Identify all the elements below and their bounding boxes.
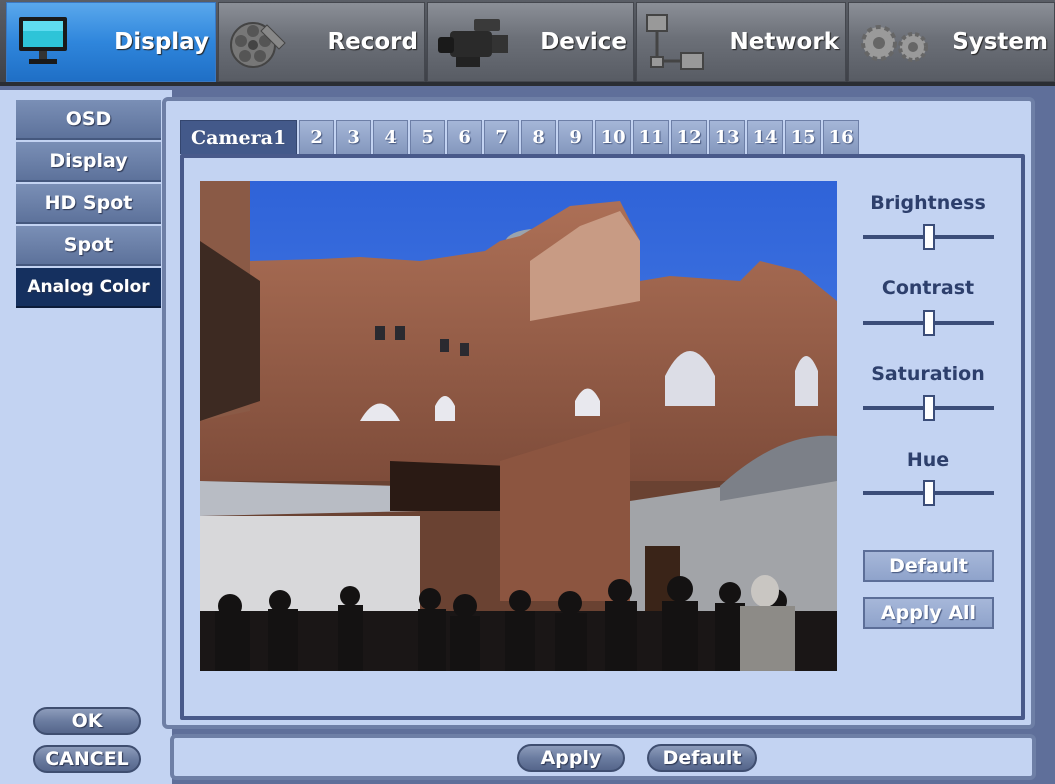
- nav-tab-device[interactable]: Device: [427, 2, 634, 82]
- tab-camera-4[interactable]: 4: [373, 120, 409, 154]
- tab-camera-11[interactable]: 11: [633, 120, 670, 154]
- tab-camera-3[interactable]: 3: [336, 120, 372, 154]
- tab-camera-2[interactable]: 2: [299, 120, 335, 154]
- ok-button[interactable]: OK: [33, 707, 141, 735]
- hue-label: Hue: [906, 449, 950, 471]
- nav-tab-label: Display: [114, 29, 209, 55]
- nav-tab-label: Device: [540, 29, 627, 55]
- gears-icon: [857, 13, 937, 77]
- apply-button-label: Apply: [540, 747, 602, 769]
- sidebar-item-spot[interactable]: Spot: [16, 226, 161, 266]
- tab-label: 8: [532, 127, 545, 148]
- sidebar-item-label: HD Spot: [44, 192, 133, 214]
- top-navigation: Display Record Device Network System: [0, 0, 1055, 86]
- contrast-slider[interactable]: [863, 310, 994, 336]
- hue-slider[interactable]: [863, 480, 994, 506]
- sidebar-item-label: Display: [49, 150, 128, 172]
- slider-thumb[interactable]: [923, 480, 935, 506]
- default-button[interactable]: Default: [863, 550, 994, 582]
- sidebar-item-osd[interactable]: OSD: [16, 100, 161, 140]
- nav-tab-label: Network: [729, 29, 839, 55]
- camera-preview: [200, 181, 837, 671]
- tab-camera-1[interactable]: Camera1: [180, 120, 298, 154]
- contrast-label: Contrast: [881, 277, 975, 299]
- tab-label: 6: [458, 127, 471, 148]
- tab-label: 15: [790, 127, 816, 148]
- tab-label: 3: [347, 127, 360, 148]
- tab-camera-9[interactable]: 9: [558, 120, 594, 154]
- slider-thumb[interactable]: [923, 395, 935, 421]
- tab-camera-6[interactable]: 6: [447, 120, 483, 154]
- tab-camera-13[interactable]: 13: [709, 120, 746, 154]
- tab-camera-15[interactable]: 15: [785, 120, 822, 154]
- apply-all-button-label: Apply All: [880, 602, 977, 624]
- network-icon: [645, 13, 711, 79]
- tab-label: 12: [676, 127, 702, 148]
- slider-thumb[interactable]: [923, 224, 935, 250]
- camera-tabs: Camera1 2 3 4 5 6 7 8 9 10 11 12 13 14 1…: [180, 120, 860, 154]
- footer-default-button[interactable]: Default: [647, 744, 757, 772]
- cancel-button[interactable]: CANCEL: [33, 745, 141, 773]
- sidebar-item-analog-color[interactable]: Analog Color: [16, 268, 161, 308]
- film-reel-icon: [227, 13, 289, 77]
- nav-tab-record[interactable]: Record: [218, 2, 425, 82]
- tab-label: 4: [384, 127, 397, 148]
- tab-label: 13: [714, 127, 740, 148]
- tab-label: 11: [638, 127, 664, 148]
- slider-thumb[interactable]: [923, 310, 935, 336]
- tab-label: 14: [752, 127, 778, 148]
- tab-camera-14[interactable]: 14: [747, 120, 784, 154]
- tab-camera-5[interactable]: 5: [410, 120, 446, 154]
- camcorder-icon: [436, 13, 512, 77]
- sidebar-item-label: Analog Color: [27, 277, 150, 297]
- monitor-icon: [15, 13, 71, 73]
- tab-label: 16: [828, 127, 854, 148]
- saturation-label: Saturation: [871, 363, 985, 385]
- apply-button[interactable]: Apply: [517, 744, 625, 772]
- apply-all-button[interactable]: Apply All: [863, 597, 994, 629]
- nav-tab-system[interactable]: System: [848, 2, 1055, 82]
- tab-label: Camera1: [191, 126, 287, 149]
- brightness-slider[interactable]: [863, 224, 994, 250]
- sidebar-item-label: OSD: [65, 108, 112, 130]
- cancel-button-label: CANCEL: [45, 748, 129, 770]
- tab-label: 10: [600, 127, 626, 148]
- nav-tab-label: System: [952, 29, 1048, 55]
- tab-label: 9: [569, 127, 582, 148]
- tab-camera-12[interactable]: 12: [671, 120, 708, 154]
- sidebar-item-display[interactable]: Display: [16, 142, 161, 182]
- nav-tab-network[interactable]: Network: [636, 2, 846, 82]
- brightness-label: Brightness: [870, 192, 986, 214]
- tab-camera-7[interactable]: 7: [484, 120, 520, 154]
- tab-camera-16[interactable]: 16: [823, 120, 860, 154]
- tab-label: 5: [421, 127, 434, 148]
- nav-tab-label: Record: [327, 29, 418, 55]
- tab-camera-8[interactable]: 8: [521, 120, 557, 154]
- nav-tab-display[interactable]: Display: [6, 2, 216, 82]
- saturation-slider[interactable]: [863, 395, 994, 421]
- tab-camera-10[interactable]: 10: [595, 120, 632, 154]
- tab-label: 7: [495, 127, 508, 148]
- default-button-label: Default: [889, 555, 968, 577]
- sidebar-item-label: Spot: [63, 234, 114, 256]
- sidebar-item-hd-spot[interactable]: HD Spot: [16, 184, 161, 224]
- tab-label: 2: [310, 127, 323, 148]
- footer-default-button-label: Default: [662, 747, 742, 769]
- ok-button-label: OK: [71, 710, 103, 732]
